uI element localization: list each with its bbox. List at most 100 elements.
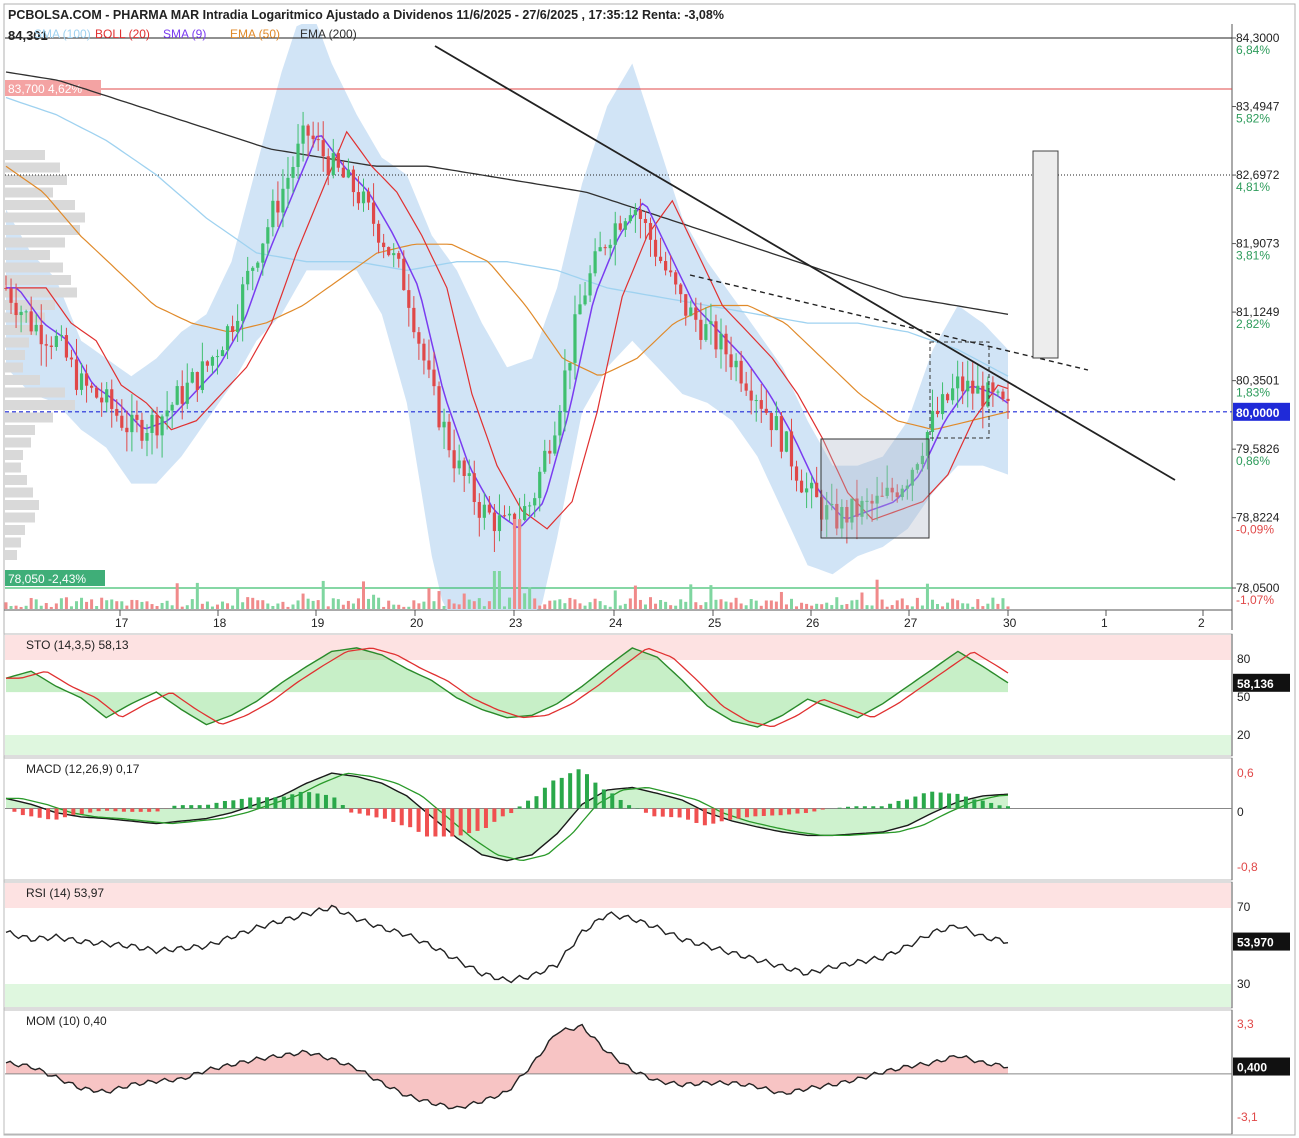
volume-bar xyxy=(910,606,914,609)
candle-body xyxy=(115,408,119,416)
volume-bar xyxy=(613,590,617,609)
volume-bar xyxy=(286,606,290,609)
candle-body xyxy=(105,389,109,403)
macd-panel: MACD (12,26,9) 0,17 0,6 0 -0,8 xyxy=(3,757,1258,881)
candle-body xyxy=(573,314,577,363)
volume-bar xyxy=(568,597,572,609)
candle-body xyxy=(321,140,325,157)
volume-bar xyxy=(382,606,386,609)
macd-histogram-bar xyxy=(138,808,143,812)
volume-bar xyxy=(669,605,673,609)
candle-body xyxy=(190,372,194,383)
volume-bar xyxy=(236,587,240,609)
candle-body xyxy=(739,360,743,384)
panel-axis-label: 30 xyxy=(1237,977,1251,991)
volume-bar xyxy=(427,588,431,609)
candle-body xyxy=(593,251,597,274)
volume-bar xyxy=(714,599,718,609)
volume-bar xyxy=(100,597,104,609)
price-tick-pct: 1,83% xyxy=(1236,386,1270,400)
candle-body xyxy=(29,311,33,332)
consolidation-box xyxy=(820,438,930,539)
candle-body xyxy=(603,247,607,249)
candle-body xyxy=(653,239,658,257)
macd-histogram-bar xyxy=(1006,806,1010,809)
target-projection-box xyxy=(1032,150,1059,359)
candle-body xyxy=(402,258,406,291)
volume-bar xyxy=(860,592,864,609)
candle-body xyxy=(291,166,295,178)
volume-bar xyxy=(326,606,330,609)
volume-bar xyxy=(160,602,164,609)
volume-bar xyxy=(588,602,592,609)
candle-body xyxy=(638,209,643,219)
volume-bar xyxy=(719,599,723,609)
volume-profile-bar xyxy=(5,275,71,285)
candle-body xyxy=(769,412,773,431)
candle-body xyxy=(633,209,637,216)
candle-body xyxy=(729,354,733,368)
macd-histogram-bar xyxy=(770,808,775,816)
candle-body xyxy=(528,505,532,507)
candle-body xyxy=(110,389,114,409)
price-tick-pct: 2,82% xyxy=(1236,317,1270,331)
legend-boll20: BOLL (20) xyxy=(95,27,150,41)
candle-body xyxy=(74,359,79,390)
macd-histogram-bar xyxy=(408,808,413,828)
value-badge-text: 0,400 xyxy=(1237,1061,1267,1075)
macd-histogram-bar xyxy=(643,808,648,813)
volume-bar xyxy=(890,605,894,609)
candle-body xyxy=(286,177,290,189)
panel-axis-label: 0 xyxy=(1237,805,1244,819)
time-tick-label: 30 xyxy=(1003,616,1017,630)
volume-bar xyxy=(110,599,114,609)
volume-bar xyxy=(709,585,713,609)
macd-histogram-bar xyxy=(172,805,177,809)
candle-body xyxy=(69,357,74,360)
macd-histogram-bar xyxy=(711,808,716,824)
volume-bar xyxy=(915,597,919,609)
volume-bar xyxy=(256,600,260,609)
candle-body xyxy=(724,333,728,355)
candle-body xyxy=(578,304,582,315)
candle-body xyxy=(583,295,587,305)
volume-bar xyxy=(487,601,491,609)
macd-histogram-bar xyxy=(761,808,766,816)
macd-histogram-bar xyxy=(256,797,261,809)
volume-bar xyxy=(361,581,365,609)
volume-profile-bar xyxy=(5,400,75,410)
macd-histogram-bar xyxy=(88,808,93,813)
volume-bar xyxy=(482,606,486,609)
volume-bar xyxy=(689,584,693,609)
volume-bar xyxy=(850,600,854,609)
macd-histogram-bar xyxy=(349,808,354,813)
candle-body xyxy=(774,416,778,431)
volume-bar xyxy=(120,601,124,609)
candle-body xyxy=(125,427,129,433)
candle-body xyxy=(487,504,491,513)
candle-body xyxy=(95,387,99,398)
candle-body xyxy=(417,332,421,344)
candle-body xyxy=(346,169,350,178)
macd-histogram-bar xyxy=(374,808,379,818)
candle-body xyxy=(432,369,436,387)
volume-profile-bar xyxy=(5,150,45,160)
candle-body xyxy=(815,482,819,498)
volume-bar xyxy=(961,603,965,609)
volume-bar xyxy=(649,597,653,609)
volume-bar xyxy=(200,603,204,609)
time-tick-label: 27 xyxy=(904,616,918,630)
candle-body xyxy=(608,244,612,249)
candle-body xyxy=(981,385,985,407)
candle-body xyxy=(185,382,189,404)
volume-bar xyxy=(966,603,970,609)
volume-bar xyxy=(659,600,663,609)
volume-bar xyxy=(69,606,73,609)
candle-body xyxy=(326,156,330,176)
macd-histogram-bar xyxy=(652,808,657,817)
macd-histogram-bar xyxy=(20,808,25,816)
volume-profile-bar xyxy=(5,462,21,473)
volume-bar xyxy=(523,593,527,609)
candle-body xyxy=(930,410,935,433)
candle-body xyxy=(961,376,965,392)
